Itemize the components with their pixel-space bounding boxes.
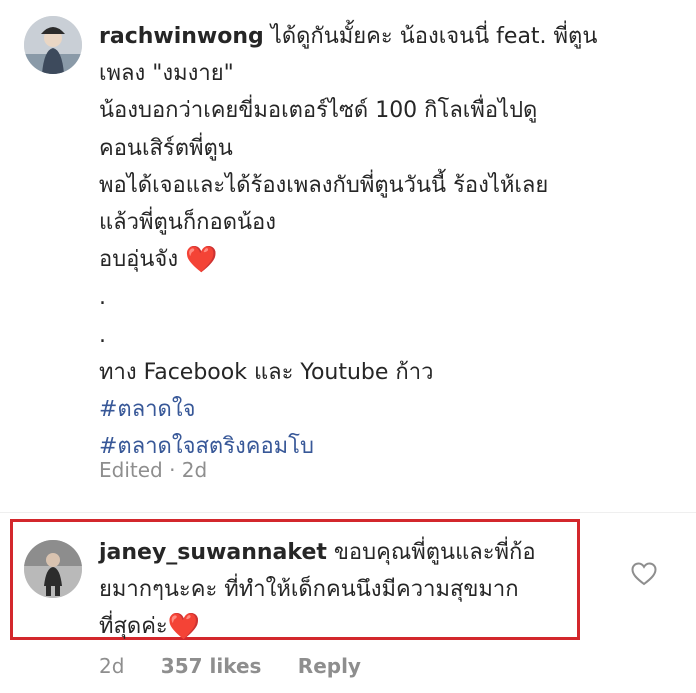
comment-text-line: น้องบอกว่าเคยขี่มอเตอร์ไซด์ 100 กิโลเพื่… <box>99 98 538 124</box>
reply-button[interactable]: Reply <box>298 654 361 678</box>
comment-text-line: ทาง Facebook และ Youtube ก้าว <box>99 359 434 385</box>
comment-meta: Edited · 2d <box>99 458 208 482</box>
reply-text-line: ขอบคุณพี่ตูนและพี่ก้อ <box>333 540 536 565</box>
hashtag-link[interactable]: #ตลาดใจ <box>99 391 669 428</box>
comment-text-line: คอนเสิร์ตพี่ตูน <box>99 135 233 161</box>
avatar[interactable] <box>24 540 82 598</box>
reply-text-line: ยมากๆนะคะ ที่ทำให้เด็กคนนึงมีความสุขมาก <box>99 577 519 602</box>
avatar[interactable] <box>24 16 82 74</box>
avatar-photo <box>24 16 82 74</box>
reply-meta: 2d 357 likes Reply <box>99 654 391 678</box>
heart-outline-icon[interactable] <box>630 561 658 587</box>
heart-emoji-icon: ❤️ <box>167 612 201 642</box>
likes-count[interactable]: 357 likes <box>161 654 262 678</box>
reply-body: janey_suwannaket ขอบคุณพี่ตูนและพี่ก้อ ย… <box>99 534 579 646</box>
comment-text-line: อบอุ่นจัง <box>99 247 179 273</box>
divider <box>0 512 696 513</box>
comment-body: rachwinwong ได้ดูกันมั้ยคะ น้องเจนนี่ fe… <box>99 18 669 465</box>
comment-username[interactable]: rachwinwong <box>99 24 264 49</box>
avatar-photo <box>24 540 82 598</box>
comment-text-line: . <box>99 322 106 348</box>
heart-emoji-icon: ❤️ <box>185 245 218 276</box>
comment-text-line: เพลง "งมงาย" <box>99 61 234 87</box>
reply-time: 2d <box>99 654 125 678</box>
reply-text-line: ที่สุดค่ะ <box>99 614 168 639</box>
comment-text-line: . <box>99 285 106 311</box>
comment-text-line: พอได้เจอและได้ร้องเพลงกับพี่ตูนวันนี้ ร้… <box>99 172 549 198</box>
reply-username[interactable]: janey_suwannaket <box>99 540 327 565</box>
comment-text-line: ได้ดูกันมั้ยคะ น้องเจนนี่ feat. พี่ตูน <box>270 24 598 49</box>
comment-text-line: แล้วพี่ตูนก็กอดน้อง <box>99 210 276 236</box>
